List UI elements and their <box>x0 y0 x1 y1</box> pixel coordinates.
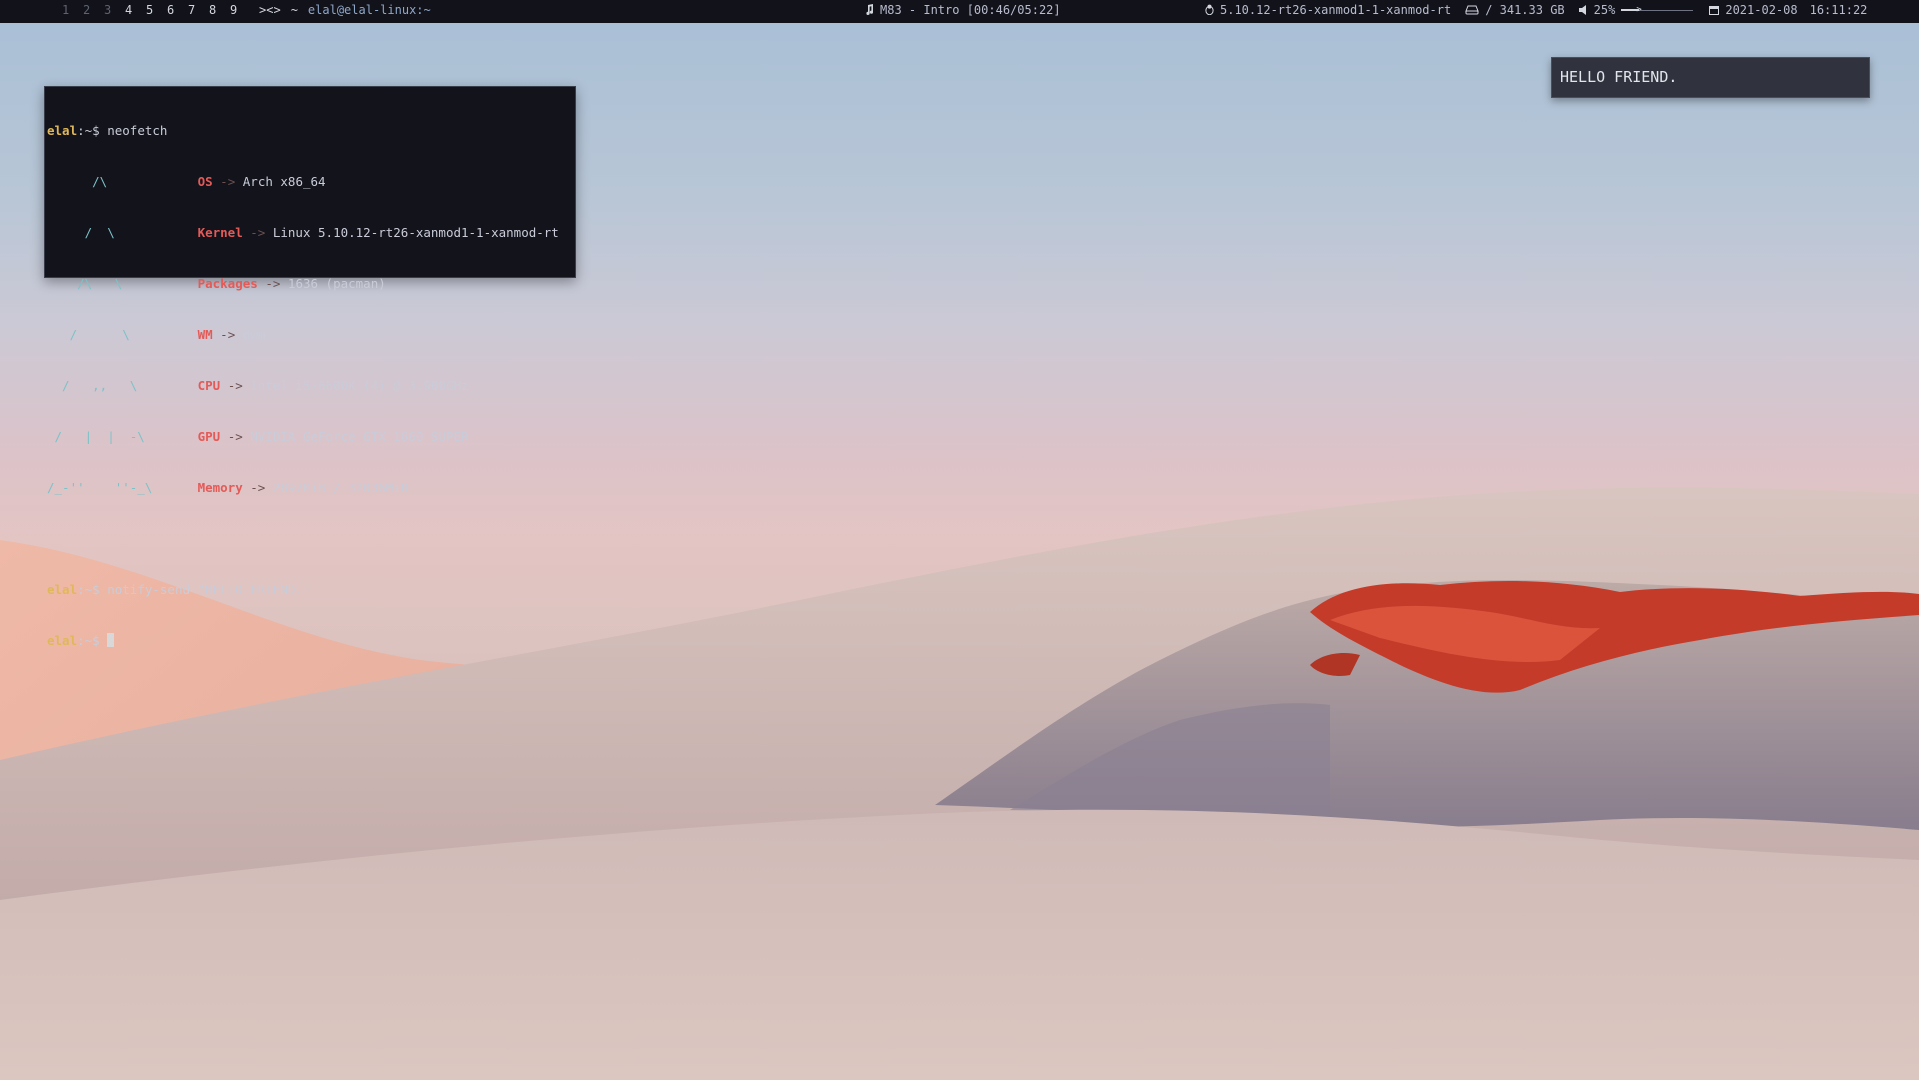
command-text: notify-send "HELLO FRIEND." <box>107 582 311 597</box>
arch-logo-line: /\ <box>47 174 108 189</box>
volume-slider-handle[interactable]: > <box>1636 5 1641 15</box>
terminal-line-cmd2: elal:~$ notify-send "HELLO FRIEND." <box>47 581 573 598</box>
tag-4[interactable]: 4 <box>125 0 146 20</box>
info-key: GPU <box>197 429 221 444</box>
volume-slider[interactable]: > <box>1621 5 1694 15</box>
terminal-window[interactable]: elal:~$ neofetch /\ OS -> Arch x86_64 / … <box>44 86 576 648</box>
system-status: 5.10.12-rt26-xanmod1-1-xanmod-rt / 341.3… <box>1205 0 1867 20</box>
tag-6[interactable]: 6 <box>167 0 188 20</box>
layout-indicator[interactable]: ><> <box>259 3 281 17</box>
kernel-version: 5.10.12-rt26-xanmod1-1-xanmod-rt <box>1220 3 1452 17</box>
info-key: Kernel <box>197 225 243 240</box>
info-value: dwm <box>242 327 266 342</box>
info-value: Intel i5-6600K (4) @ 3.900GHz <box>250 378 469 393</box>
info-separator: -> <box>220 327 236 342</box>
info-separator: -> <box>250 480 266 495</box>
date: 2021-02-08 <box>1725 3 1798 17</box>
terminal-line-cmd3[interactable]: elal:~$ <box>47 632 573 649</box>
info-value: NVIDIA GeForce GTX 1660 SUPER <box>250 429 469 444</box>
tag-7[interactable]: 7 <box>188 0 209 20</box>
time: 16:11:22 <box>1809 3 1868 17</box>
info-value: Arch x86_64 <box>242 174 326 189</box>
neofetch-row: /\ \ Packages -> 1636 (pacman) <box>47 275 573 292</box>
hard-drive-icon <box>1465 1 1479 21</box>
prompt-path: :~$ <box>77 582 108 597</box>
music-status: M83 - Intro [00:46/05:22] <box>865 0 1061 20</box>
neofetch-row: / \ WM -> dwm <box>47 326 573 343</box>
command-text: neofetch <box>107 123 168 138</box>
neofetch-row: /_-'' ''-_\ Memory -> 2897MiB / 32036MiB <box>47 479 573 496</box>
text-cursor <box>107 633 115 647</box>
arch-logo-line: / \ <box>47 327 130 342</box>
tux-icon <box>1205 1 1214 21</box>
info-key: CPU <box>197 378 221 393</box>
tag-2[interactable]: 2 <box>83 0 104 20</box>
window-title: elal@elal-linux:~ <box>307 3 431 17</box>
info-separator: -> <box>227 429 243 444</box>
info-separator: -> <box>250 225 266 240</box>
status-bar: 1 2 3 4 5 6 7 8 9 ><> ~ elal@elal-linux:~ M83 - Int… <box>0 0 1919 23</box>
scratch-indicator: ~ <box>290 3 298 17</box>
prompt-path: :~$ <box>77 633 108 648</box>
info-key: Packages <box>197 276 258 291</box>
prompt-user: elal <box>47 123 78 138</box>
prompt-path: :~$ <box>77 123 108 138</box>
tag-list: 1 2 3 4 5 6 7 8 9 ><> ~ elal@elal-linux:~ <box>62 0 431 20</box>
info-separator: -> <box>265 276 281 291</box>
neofetch-row: / | | -\ GPU -> NVIDIA GeForce GTX 1660 … <box>47 428 573 445</box>
info-value: Linux 5.10.12-rt26-xanmod1-1-xanmod-rt <box>272 225 559 240</box>
info-separator: -> <box>220 174 236 189</box>
info-value: 1636 (pacman) <box>287 276 386 291</box>
speaker-icon[interactable] <box>1578 1 1588 21</box>
volume-percent: 25% <box>1593 3 1616 17</box>
music-track: M83 - Intro [00:46/05:22] <box>880 3 1061 17</box>
tag-1[interactable]: 1 <box>62 0 83 20</box>
arch-logo-line: / \ <box>47 225 115 240</box>
terminal-line-cmd1: elal:~$ neofetch <box>47 122 573 139</box>
neofetch-row: / \ Kernel -> Linux 5.10.12-rt26-xanmod1… <box>47 224 573 241</box>
disk-usage: / 341.33 GB <box>1485 3 1565 17</box>
music-note-icon <box>865 1 874 21</box>
info-separator: -> <box>227 378 243 393</box>
info-key: Memory <box>197 480 243 495</box>
arch-logo-line: /\ \ <box>47 276 123 291</box>
arch-logo-line: /_-'' ''-_\ <box>47 480 153 495</box>
tag-9[interactable]: 9 <box>230 0 251 20</box>
tag-5[interactable]: 5 <box>146 0 167 20</box>
neofetch-row: / ,, \ CPU -> Intel i5-6600K (4) @ 3.900… <box>47 377 573 394</box>
arch-logo-line: / ,, \ <box>47 378 138 393</box>
info-key: WM <box>197 327 213 342</box>
tag-8[interactable]: 8 <box>209 0 230 20</box>
notification-text: HELLO FRIEND. <box>1560 68 1678 86</box>
tag-3[interactable]: 3 <box>104 0 125 20</box>
neofetch-row: /\ OS -> Arch x86_64 <box>47 173 573 190</box>
desktop[interactable]: 1 2 3 4 5 6 7 8 9 ><> ~ elal@elal-linux:~ M83 - Int… <box>0 0 1919 1080</box>
calendar-icon <box>1709 1 1720 21</box>
prompt-user: elal <box>47 582 78 597</box>
arch-logo-line: / | | -\ <box>47 429 145 444</box>
prompt-user: elal <box>47 633 78 648</box>
info-value: 2897MiB / 32036MiB <box>272 480 409 495</box>
info-key: OS <box>197 174 213 189</box>
notification-popup[interactable]: HELLO FRIEND. <box>1551 57 1870 98</box>
